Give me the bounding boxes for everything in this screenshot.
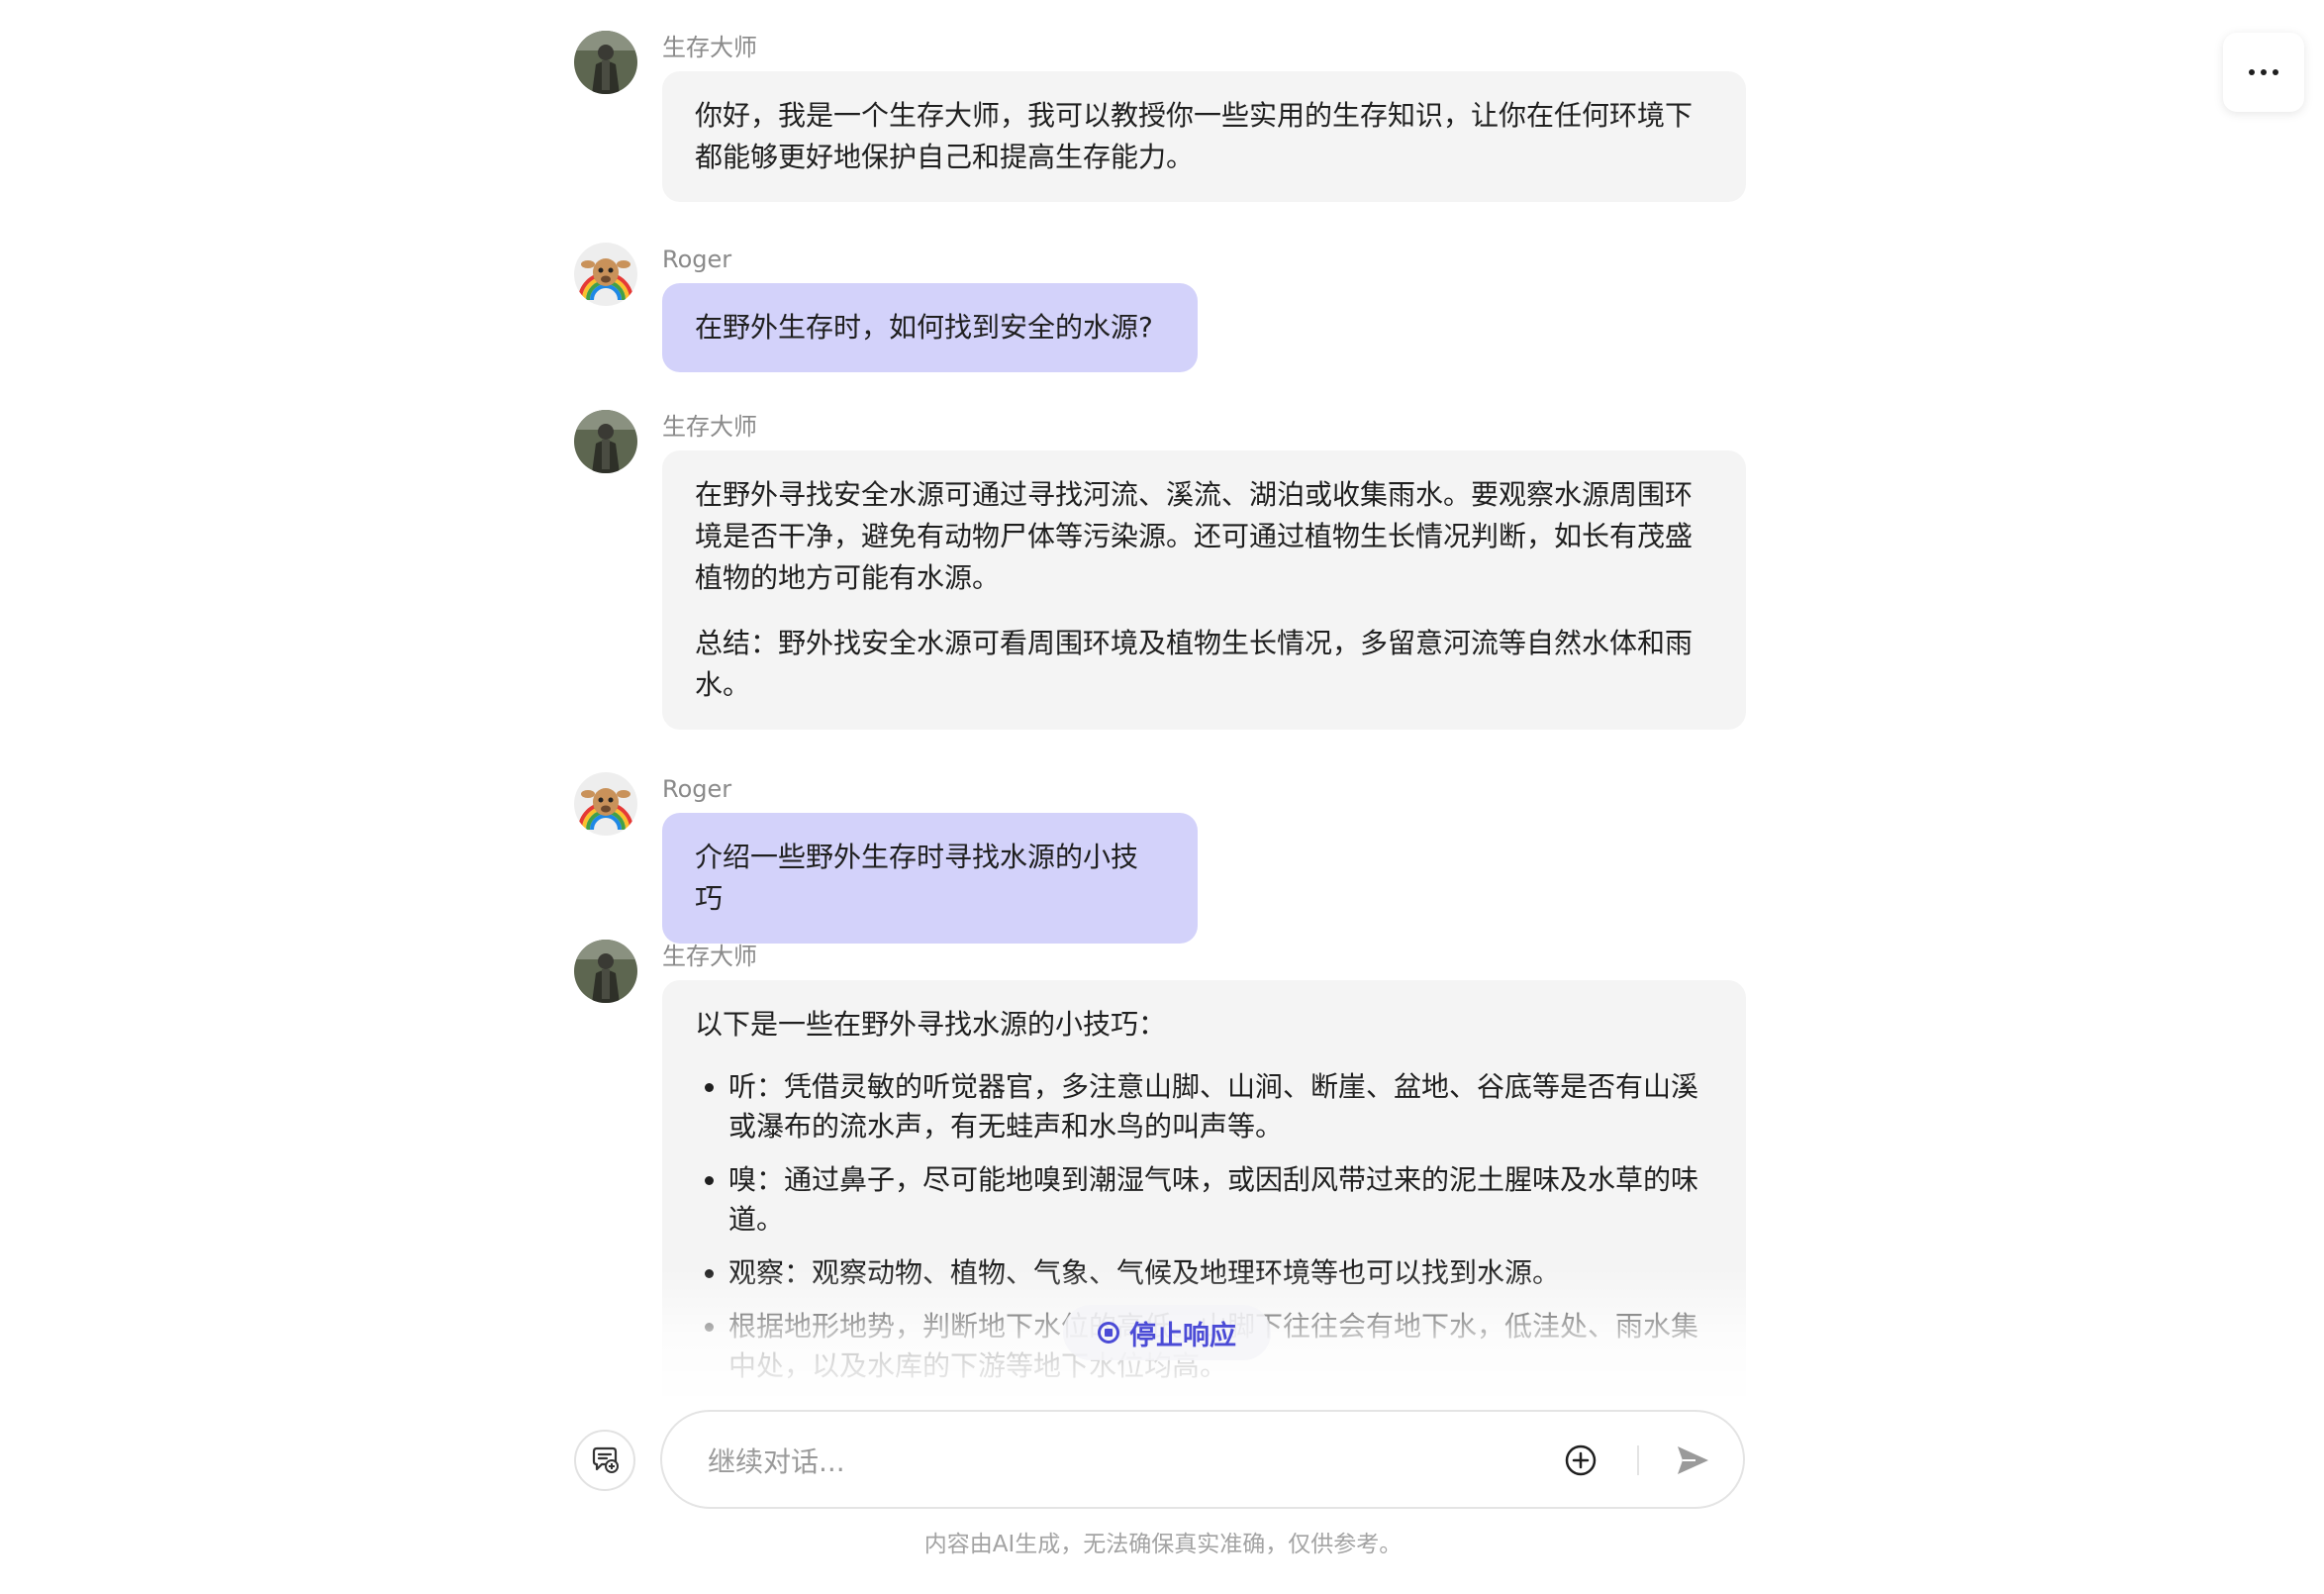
ai-disclaimer: 内容由AI生成，无法确保真实准确，仅供参考。	[923, 1532, 1403, 1557]
list-item: 嗅：通过鼻子，尽可能地嗅到潮湿气味，或因刮风带过来的泥土腥味及水草的味道。	[728, 1160, 1713, 1240]
list-item: 听：凭借灵敏的听觉器官，多注意山脚、山涧、断崖、盆地、谷底等是否有山溪或瀑布的流…	[728, 1067, 1713, 1146]
message-text: 在野外生存时，如何找到安全的水源?	[695, 311, 1153, 344]
message-intro: 以下是一些在野外寻找水源的小技巧：	[695, 1008, 1167, 1041]
more-options-button[interactable]	[2223, 33, 2304, 112]
bot-avatar[interactable]	[574, 31, 637, 94]
user-message-bubble: 在野外生存时，如何找到安全的水源?	[662, 283, 1198, 372]
user-message-bubble: 介绍一些野外生存时寻找水源的小技巧	[662, 813, 1198, 944]
plus-circle-icon[interactable]	[1564, 1444, 1598, 1477]
list-item: 观察：观察动物、植物、气象、气候及地理环境等也可以找到水源。	[728, 1253, 1713, 1293]
message-list[interactable]: 生存大师 你好，我是一个生存大师，我可以教授你一些实用的生存知识，让你在任何环境…	[574, 0, 1752, 1396]
chat-page: 生存大师 你好，我是一个生存大师，我可以教授你一些实用的生存知识，让你在任何环境…	[0, 0, 2324, 1594]
stop-circle-icon	[1098, 1322, 1119, 1344]
user-avatar[interactable]	[574, 772, 637, 836]
user-avatar[interactable]	[574, 243, 637, 306]
sender-name: Roger	[662, 775, 732, 803]
more-dot	[2261, 69, 2267, 75]
bot-avatar[interactable]	[574, 410, 637, 473]
message-text: 介绍一些野外生存时寻找水源的小技巧	[695, 841, 1139, 915]
more-horizontal-icon	[2249, 69, 2255, 75]
sender-name: 生存大师	[662, 413, 757, 441]
message-paragraph: 你好，我是一个生存大师，我可以教授你一些实用的生存知识，让你在任何环境下都能够更…	[695, 99, 1694, 173]
composer-divider	[1637, 1445, 1639, 1475]
message-paragraph: 总结：野外找安全水源可看周围环境及植物生长情况，多留意河流等自然水体和雨水。	[695, 627, 1694, 701]
more-dot	[2273, 69, 2278, 75]
composer	[660, 1410, 1745, 1509]
sender-name: Roger	[662, 246, 732, 273]
bot-avatar[interactable]	[574, 940, 637, 1003]
send-icon[interactable]	[1674, 1442, 1711, 1479]
message-input[interactable]	[706, 1436, 1521, 1487]
bot-message-bubble: 在野外寻找安全水源可通过寻找河流、溪流、湖泊或收集雨水。要观察水源周围环境是否干…	[662, 450, 1746, 730]
stop-response-button[interactable]: 停止响应	[1063, 1305, 1271, 1360]
new-topic-button[interactable]	[574, 1430, 635, 1491]
stop-response-label: 停止响应	[1129, 1320, 1236, 1351]
message-paragraph: 在野外寻找安全水源可通过寻找河流、溪流、湖泊或收集雨水。要观察水源周围环境是否干…	[695, 478, 1694, 594]
sender-name: 生存大师	[662, 943, 757, 970]
sender-name: 生存大师	[662, 34, 757, 61]
bot-message-bubble: 你好，我是一个生存大师，我可以教授你一些实用的生存知识，让你在任何环境下都能够更…	[662, 71, 1746, 202]
new-topic-icon	[592, 1446, 619, 1473]
